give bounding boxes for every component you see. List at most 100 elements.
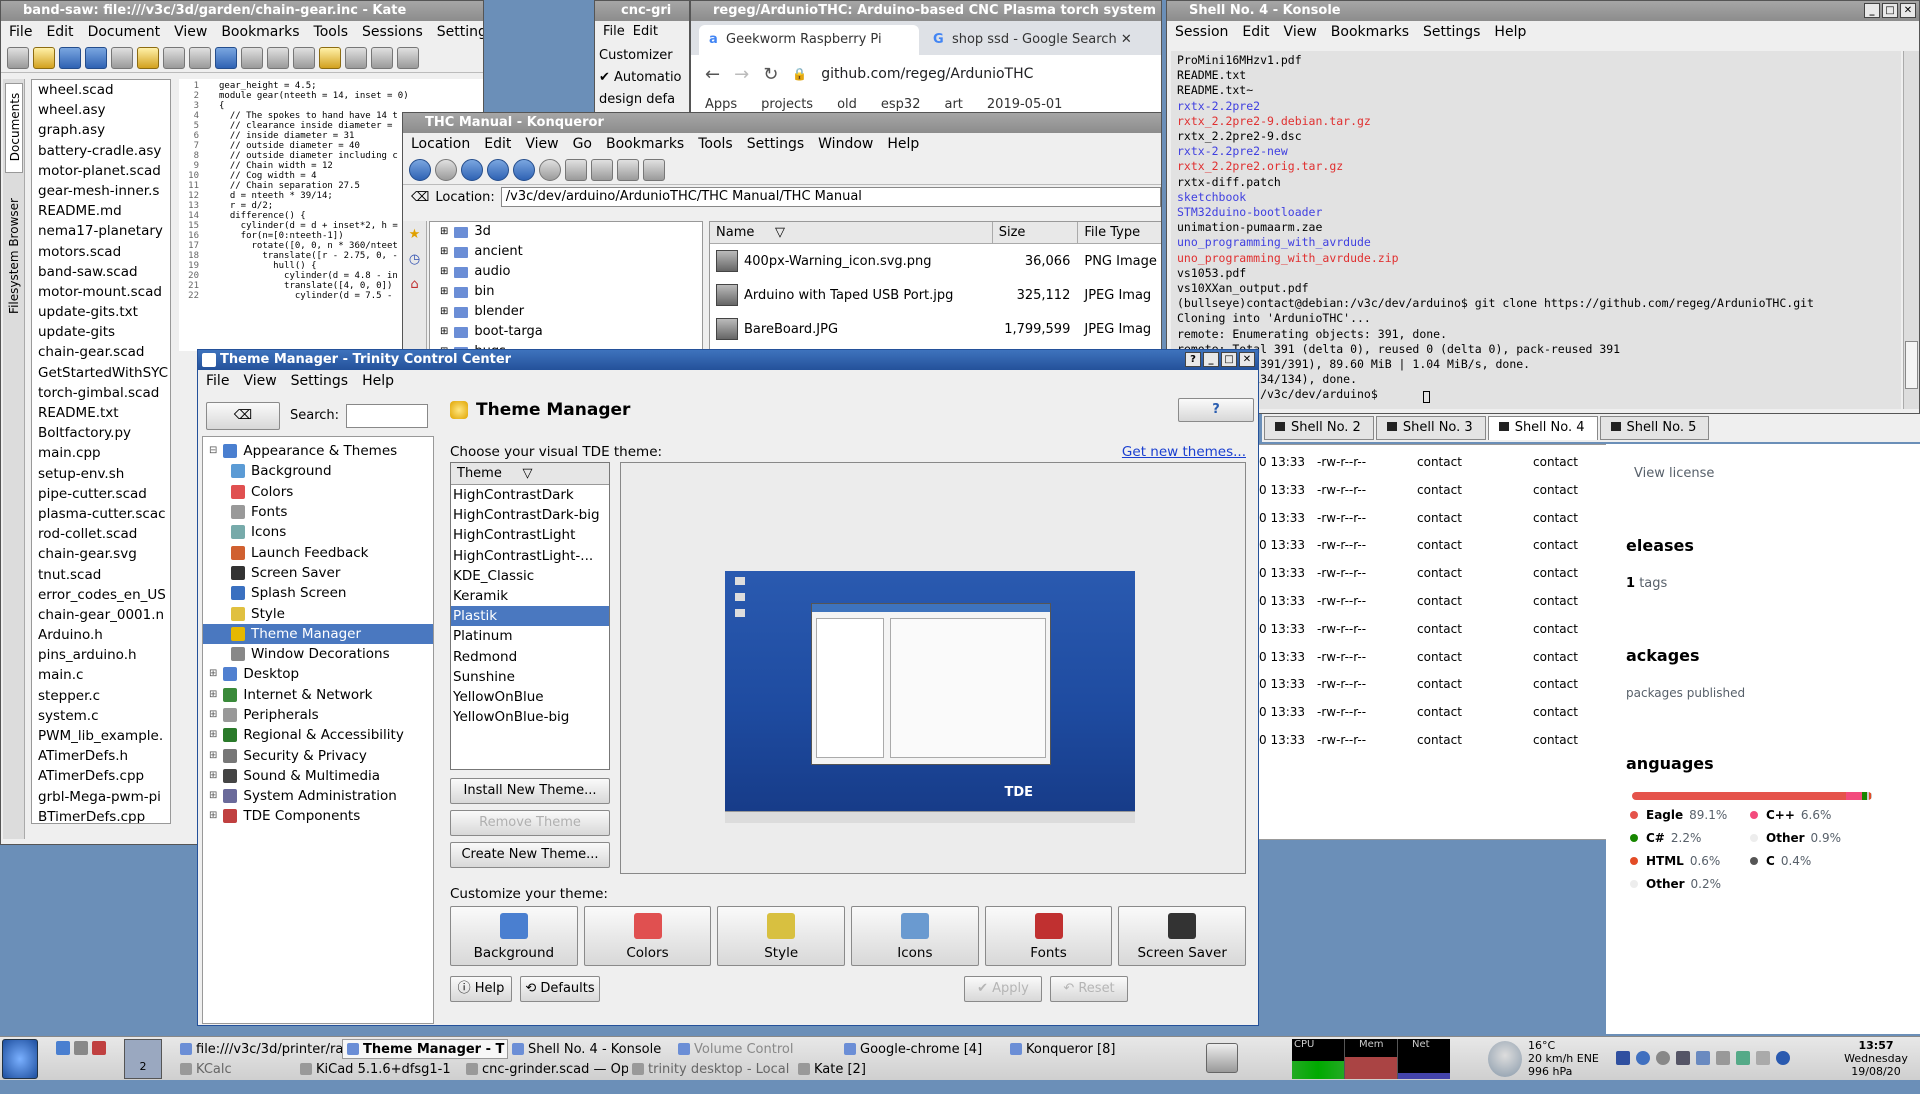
klipper-tray-icon[interactable] [1636,1051,1650,1065]
file-list-item[interactable]: setup-env.sh [32,464,170,484]
stop-icon[interactable] [539,158,561,181]
konsole-menu-view[interactable]: View [1284,21,1317,43]
theme-item-highcontrastlight[interactable]: HighContrastLight [451,525,609,545]
forward-icon[interactable] [85,46,107,69]
tm-tree-item-desktop[interactable]: ⊞ Desktop [203,664,433,684]
zoom-out-icon[interactable] [617,158,639,181]
language-other[interactable]: Other 0.2% [1630,877,1721,891]
back-icon[interactable] [409,158,431,181]
folder-tree-item[interactable]: ⊞ 3d [440,222,702,242]
tm-tree-item-background[interactable]: Background [203,461,433,481]
language-c[interactable]: C# 2.2% [1630,831,1701,845]
forward-icon[interactable] [435,158,457,181]
tm-tree-item-launch-feedback[interactable]: Launch Feedback [203,542,433,562]
konq-menu-edit[interactable]: Edit [484,133,511,155]
konq-menu-bookmarks[interactable]: Bookmarks [606,133,684,155]
home-folder-icon[interactable]: ⌂ [410,277,418,292]
file-list-item[interactable]: ATimerDefs.h [32,746,170,766]
task-theme-manager-t[interactable]: Theme Manager - T [342,1039,508,1059]
view-mode-icon[interactable] [643,158,665,181]
forward-arrow-icon[interactable]: → [734,64,749,85]
konsole-menu-settings[interactable]: Settings [1423,21,1480,43]
reload-icon[interactable] [513,158,535,181]
help-button[interactable]: ? [1185,352,1201,367]
customize-colors-button[interactable]: Colors [583,906,712,966]
theme-item-yellowonblue-big[interactable]: YellowOnBlue-big [451,707,609,727]
reset-button[interactable]: ↶ Reset [1050,976,1128,1002]
launcher-icon-1[interactable] [56,1041,70,1055]
file-list-item[interactable]: motor-mount.scad [32,282,170,302]
file-list-item[interactable]: chain-gear.svg [32,544,170,564]
maximize-button[interactable]: □ [1221,352,1237,367]
cnc-menu-edit[interactable]: Edit [633,21,658,43]
tm-tree-item-appearance-themes[interactable]: ⊟ Appearance & Themes [203,441,433,461]
back-icon[interactable] [59,46,81,69]
bookmarks-star-icon[interactable]: ★ [409,227,421,242]
konsole-menu-edit[interactable]: Edit [1242,21,1269,43]
undo-icon[interactable] [215,46,237,69]
kate-menu-document[interactable]: Document [88,21,161,43]
file-row[interactable]: Arduino with Taped USB Port.jpg 325,112 JP… [710,278,1161,312]
konsole-tab-shell-no-3[interactable]: Shell No. 3 [1375,416,1486,440]
folder-tree-item[interactable]: ⊞ audio [440,262,702,282]
network-tray-icon[interactable] [1616,1051,1630,1065]
print-icon[interactable] [565,158,587,181]
folder-tree-item[interactable]: ⊞ boot-targa [440,322,702,342]
konsole-menu-help[interactable]: Help [1494,21,1526,43]
automatic-checkbox[interactable]: ✔ Automatio [599,67,685,89]
customize-icons-button[interactable]: Icons [851,906,979,966]
tm-titlebar[interactable]: Theme Manager - Trinity Control Center ?… [198,350,1258,370]
file-list-item[interactable]: main.cpp [32,443,170,463]
theme-item-kde-classic[interactable]: KDE_Classic [451,566,609,586]
tm-menu-help[interactable]: Help [362,370,394,392]
tm-tree-item-internet-network[interactable]: ⊞ Internet & Network [203,685,433,705]
task-kcalc[interactable]: KCalc [176,1059,296,1079]
clipboard-tray-icon[interactable] [1756,1051,1770,1065]
bookmark-apps[interactable]: Apps [705,97,737,112]
whats-this-button[interactable]: ? [1178,398,1254,422]
filesystem-browser-tab[interactable]: Filesystem Browser [5,183,23,333]
tm-menu-view[interactable]: View [243,370,276,392]
konsole-menu-bookmarks[interactable]: Bookmarks [1331,21,1409,43]
zoom-in-icon[interactable] [371,46,393,69]
desktop-pager[interactable]: 2 [124,1039,162,1079]
task-kate-2[interactable]: Kate [2] [794,1059,936,1079]
close-button[interactable]: ✕ [1900,3,1916,18]
apply-button[interactable]: ✔ Apply [964,976,1042,1002]
bookmark-esp32[interactable]: esp32 [881,97,921,112]
file-list-item[interactable]: Arduino.h [32,625,170,645]
tags-label[interactable]: tags [1639,576,1667,591]
kate-menu-bookmarks[interactable]: Bookmarks [221,21,299,43]
launcher-icon-3[interactable] [92,1041,106,1055]
tm-menu-file[interactable]: File [206,370,229,392]
file-list-item[interactable]: motor-planet.scad [32,161,170,181]
tm-tree-item-regional-accessibility[interactable]: ⊞ Regional & Accessibility [203,725,433,745]
konq-menu-location[interactable]: Location [411,133,470,155]
column-name[interactable]: Name ▽ [710,222,993,243]
printer-applet-icon[interactable] [1206,1043,1238,1073]
install-theme-button[interactable]: Install New Theme... [450,778,610,804]
history-icon[interactable]: ◷ [409,252,420,267]
file-list-item[interactable]: battery-cradle.asy [32,141,170,161]
file-list-item[interactable]: BTimerDefs.cpp [32,807,170,823]
bookmark-old[interactable]: old [837,97,857,112]
tm-tree-item-icons[interactable]: Icons [203,522,433,542]
tm-tree-item-sound-multimedia[interactable]: ⊞ Sound & Multimedia [203,766,433,786]
clear-search-button[interactable]: ⌫ [206,402,280,430]
task-cnc-grinder-scad-op[interactable]: cnc-grinder.scad — Op [462,1059,628,1079]
volume-tray-icon[interactable] [1676,1051,1690,1065]
bookmark-art[interactable]: art [944,97,962,112]
packages-heading[interactable]: ackages [1626,646,1700,665]
file-list-item[interactable]: main.c [32,665,170,685]
file-list-item[interactable]: chain-gear.scad [32,342,170,362]
kate-menu-tools[interactable]: Tools [314,21,349,43]
tm-tree-item-security-privacy[interactable]: ⊞ Security & Privacy [203,745,433,765]
file-list-item[interactable]: README.md [32,201,170,221]
print-icon[interactable] [163,46,185,69]
file-list-item[interactable]: README.txt [32,403,170,423]
chrome-tab-geekworm[interactable]: a Geekworm Raspberry Pi [699,25,919,55]
language-eagle[interactable]: Eagle 89.1% [1630,808,1727,822]
tm-tree-item-tde-components[interactable]: ⊞ TDE Components [203,806,433,826]
konqueror-titlebar[interactable]: THC Manual - Konqueror [403,113,1161,133]
customizer-label[interactable]: Customizer [599,45,685,67]
